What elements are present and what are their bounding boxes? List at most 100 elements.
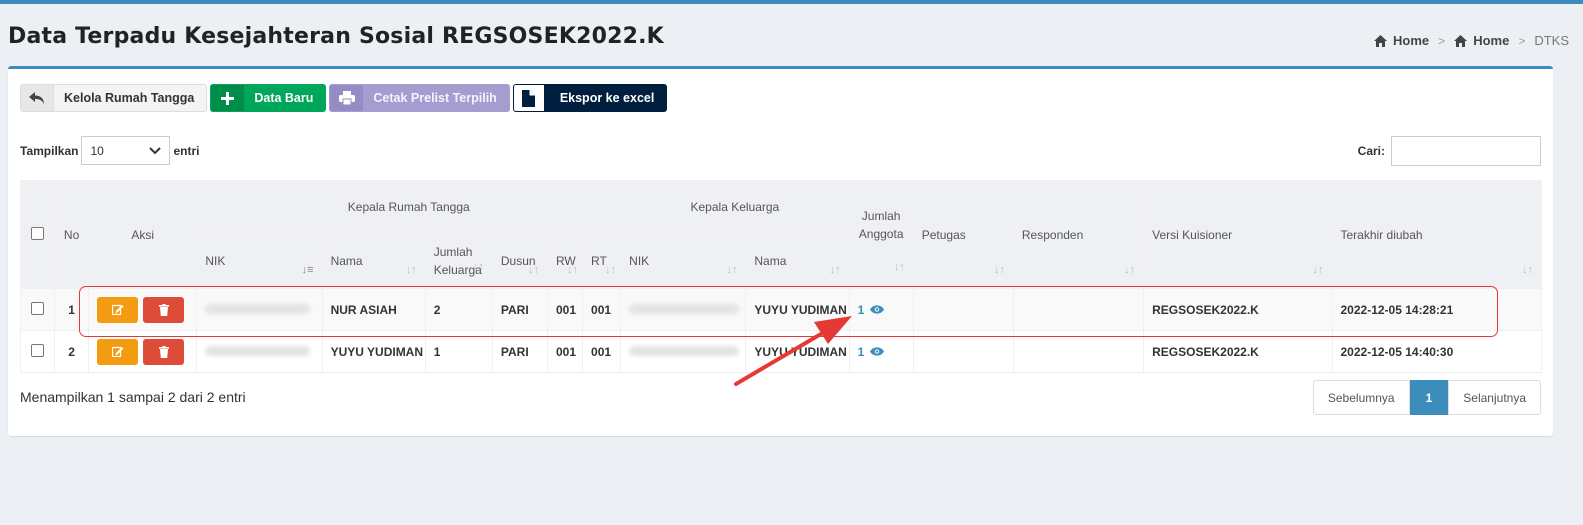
row-checkbox[interactable] <box>31 301 45 315</box>
cell-versi: REGSOSEK2022.K <box>1143 288 1333 331</box>
cell-krt-nama: YUYU YUDIMAN <box>321 330 426 373</box>
cell-krt-nik-redacted <box>196 288 323 331</box>
home-icon <box>1454 34 1468 47</box>
th-kk-nik[interactable]: NIK ↓↑ <box>620 232 747 289</box>
print-icon <box>330 85 364 111</box>
th-petugas[interactable]: Petugas ↓↑ <box>912 180 1014 289</box>
trash-icon <box>158 345 169 358</box>
pagination: Sebelumnya 1 Selanjutnya <box>1312 380 1541 415</box>
anggota-link[interactable]: 1 <box>858 303 885 317</box>
th-aksi: Aksi <box>88 180 198 289</box>
sort-asc-icon: ↓≡ <box>301 264 314 276</box>
delete-button[interactable] <box>143 296 185 323</box>
eye-icon <box>870 305 885 314</box>
th-jumlah-keluarga[interactable]: Jumlah Keluarga ↓↑ <box>424 232 493 289</box>
search-area: Cari: <box>1358 136 1541 166</box>
breadcrumb: Home > Home > DTKS <box>1374 33 1569 48</box>
cell-krt-nama: NUR ASIAH <box>321 288 426 331</box>
cell-kk-nama: YUYU YUDIMAN <box>745 330 850 373</box>
breadcrumb-separator: > <box>1438 33 1446 48</box>
sort-icon: ↓↑ <box>726 264 738 276</box>
breadcrumb-current: DTKS <box>1534 33 1569 48</box>
search-input[interactable] <box>1391 136 1541 166</box>
th-kk-nama[interactable]: Nama ↓↑ <box>745 232 850 289</box>
cell-petugas <box>912 288 1014 331</box>
home-icon <box>1374 34 1388 47</box>
top-bar <box>0 0 1583 4</box>
cell-jumlah-anggota[interactable]: 1 <box>848 288 914 331</box>
export-excel-button[interactable]: Ekspor ke excel <box>512 84 668 112</box>
edit-button[interactable] <box>97 338 139 365</box>
cell-versi: REGSOSEK2022.K <box>1143 330 1333 373</box>
cell-no: 2 <box>54 330 90 373</box>
page-1-button[interactable]: 1 <box>1409 380 1449 415</box>
row-checkbox[interactable] <box>31 343 45 357</box>
cell-responden <box>1012 288 1145 331</box>
print-prelist-button[interactable]: Cetak Prelist Terpilih <box>329 84 510 112</box>
cell-kk-nik-redacted <box>620 288 747 331</box>
breadcrumb-home-1[interactable]: Home <box>1374 33 1429 48</box>
cell-aksi <box>88 288 198 331</box>
content-box: Kelola Rumah Tangga Data Baru Cetak Prel… <box>8 66 1553 436</box>
cell-jumlah-keluarga: 1 <box>424 330 493 373</box>
next-page-button[interactable]: Selanjutnya <box>1448 380 1541 415</box>
cell-terakhir: 2022-12-05 14:40:30 <box>1331 330 1542 373</box>
sort-icon: ↓↑ <box>605 264 617 276</box>
cell-kk-nik-redacted <box>620 330 747 373</box>
table-row: 2 YUYU YUDIMAN 1 PARI 001 001 YUYU YUDIM… <box>19 330 1542 373</box>
page-title: Data Terpadu Kesejahteran Sosial REGSOSE… <box>8 24 664 49</box>
eye-icon <box>870 347 885 356</box>
sort-icon: ↓↑ <box>1124 264 1136 276</box>
table-row: 1 NUR ASIAH 2 PARI 001 001 YUYU YUDIMAN … <box>19 288 1542 331</box>
cell-petugas <box>912 330 1014 373</box>
trash-icon <box>158 303 169 316</box>
th-krt-nik[interactable]: NIK ↓≡ <box>196 232 323 289</box>
breadcrumb-home-2[interactable]: Home <box>1454 33 1509 48</box>
prev-page-button[interactable]: Sebelumnya <box>1312 380 1410 415</box>
reply-arrow-icon <box>21 85 54 111</box>
cell-no: 1 <box>54 288 90 331</box>
file-icon <box>513 85 544 111</box>
th-terakhir-diubah[interactable]: Terakhir diubah ↓↑ <box>1331 180 1542 289</box>
th-rw[interactable]: RW ↓↑ <box>546 232 584 289</box>
sort-icon: ↓↑ <box>405 264 417 276</box>
edit-icon <box>111 304 124 315</box>
th-versi-kuisioner[interactable]: Versi Kuisioner ↓↑ <box>1143 180 1333 289</box>
length-select[interactable]: 10 <box>81 136 171 165</box>
cell-dusun: PARI <box>491 288 548 331</box>
sort-icon: ↓↑ <box>829 264 841 276</box>
chevron-down-icon <box>149 146 162 154</box>
cell-dusun: PARI <box>491 330 548 373</box>
cell-aksi <box>88 330 198 373</box>
sort-icon: ↓↑ <box>567 264 579 276</box>
th-rt[interactable]: RT ↓↑ <box>582 232 622 289</box>
data-table: No Aksi Kepala Rumah Tangga Kepala Kelua… <box>19 180 1542 373</box>
new-data-button[interactable]: Data Baru <box>210 84 327 112</box>
th-krt-nama[interactable]: Nama ↓↑ <box>321 232 426 289</box>
delete-button[interactable] <box>143 338 185 365</box>
cell-jumlah-keluarga: 2 <box>424 288 493 331</box>
sort-icon: ↓↑ <box>893 261 905 273</box>
select-all-header <box>19 180 56 289</box>
th-jumlah-anggota[interactable]: Jumlah Anggota ↓↑ <box>848 180 914 289</box>
select-all-checkbox[interactable] <box>31 226 45 240</box>
toolbar: Kelola Rumah Tangga Data Baru Cetak Prel… <box>20 84 668 112</box>
cell-responden <box>1012 330 1145 373</box>
cell-rw: 001 <box>546 288 584 331</box>
th-no[interactable]: No <box>54 180 90 289</box>
edit-button[interactable] <box>97 296 139 323</box>
cell-krt-nik-redacted <box>196 330 323 373</box>
sort-icon: ↓↑ <box>472 261 484 273</box>
breadcrumb-separator: > <box>1518 33 1526 48</box>
sort-icon: ↓↑ <box>527 264 539 276</box>
edit-icon <box>111 346 124 357</box>
cell-rt: 001 <box>582 330 622 373</box>
cell-jumlah-anggota[interactable]: 1 <box>848 330 914 373</box>
anggota-link[interactable]: 1 <box>858 345 885 359</box>
plus-icon <box>211 85 245 111</box>
th-dusun[interactable]: Dusun ↓↑ <box>491 232 548 289</box>
th-group-kepala-rumah-tangga: Kepala Rumah Tangga <box>196 180 622 233</box>
th-group-kepala-keluarga: Kepala Keluarga <box>620 180 850 233</box>
back-button[interactable]: Kelola Rumah Tangga <box>20 84 208 112</box>
th-responden[interactable]: Responden ↓↑ <box>1012 180 1145 289</box>
